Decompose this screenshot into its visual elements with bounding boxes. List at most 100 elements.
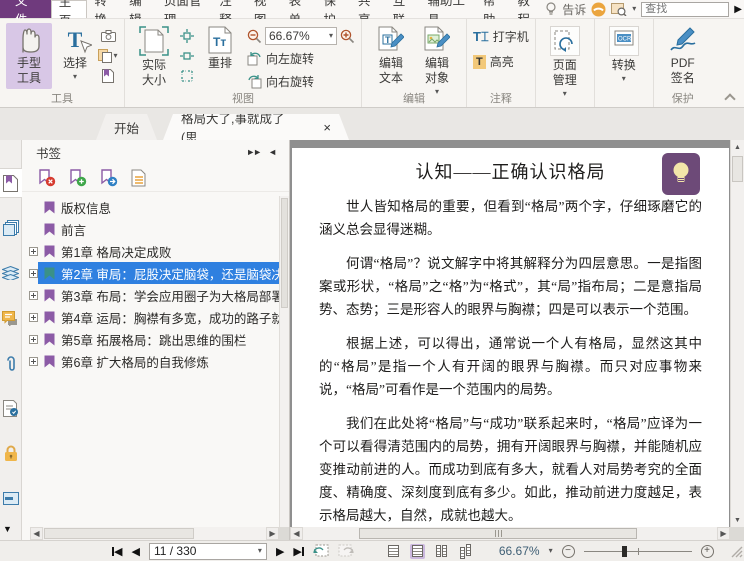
view-facing-button[interactable] bbox=[434, 544, 449, 559]
close-icon[interactable]: × bbox=[323, 120, 331, 135]
select-tool-button[interactable]: T 选择 ▾ bbox=[52, 23, 98, 84]
bookmark-item[interactable]: 第6章 扩大格局的自我修炼 bbox=[22, 350, 279, 372]
scrollbar-thumb[interactable] bbox=[44, 528, 194, 539]
view-single-page-button[interactable] bbox=[386, 544, 401, 559]
menu-tab-help[interactable]: 帮助 bbox=[476, 0, 511, 27]
snapshot-button[interactable] bbox=[98, 27, 118, 44]
menu-tab-form[interactable]: 表单 bbox=[282, 0, 317, 27]
ribbon-zoom-combobox[interactable]: 66.67% ▾ bbox=[265, 27, 337, 45]
assistant-lightbulb-button[interactable] bbox=[662, 153, 700, 195]
next-page-button[interactable]: ▶ bbox=[276, 545, 284, 558]
scroll-right-icon[interactable]: ▶ bbox=[266, 527, 279, 540]
expand-bookmarks-icon[interactable] bbox=[131, 169, 147, 187]
tell-me-label[interactable]: 告诉 bbox=[562, 1, 586, 18]
menu-tab-protect[interactable]: 保护 bbox=[316, 0, 351, 27]
bookmarks-vertical-scrollbar[interactable] bbox=[279, 196, 289, 527]
bookmark-item[interactable]: 第1章 格局决定成败 bbox=[22, 240, 279, 262]
zoom-slider-thumb[interactable] bbox=[621, 545, 627, 557]
bookmark-item[interactable]: 第5章 拓展格局：跳出思维的围栏 bbox=[22, 328, 279, 350]
digital-signatures-icon[interactable] bbox=[0, 393, 22, 423]
bookmark-item[interactable]: 前言 bbox=[22, 218, 279, 240]
pdf-page[interactable]: 认知——正确认识格局 世人皆知格局的重要，但看到“格局”两个字，仔细琢磨它的涵义… bbox=[292, 148, 729, 527]
rotate-left-button[interactable]: 向左旋转 bbox=[247, 49, 355, 68]
previous-view-button[interactable] bbox=[313, 544, 329, 558]
panel-collapse-icon[interactable]: ◄ bbox=[264, 147, 281, 157]
layers-icon[interactable] bbox=[0, 258, 22, 288]
bookmark-page-button[interactable] bbox=[98, 67, 118, 84]
scroll-left-icon[interactable]: ◀ bbox=[30, 527, 43, 540]
delete-bookmark-icon[interactable] bbox=[38, 168, 56, 187]
scroll-down-icon[interactable]: ▼ bbox=[731, 513, 744, 527]
highlight-button[interactable]: T 高亮 bbox=[473, 52, 514, 71]
bookmarks-panel-icon[interactable] bbox=[0, 168, 22, 198]
resize-grip[interactable] bbox=[729, 544, 743, 558]
expander-icon[interactable] bbox=[29, 246, 38, 256]
scrollbar-thumb[interactable] bbox=[732, 156, 743, 182]
rotate-right-button[interactable]: 向右旋转 bbox=[247, 72, 355, 91]
menu-tab-home[interactable]: 主页 bbox=[50, 0, 88, 28]
typewriter-button[interactable]: T⌶ 打字机 bbox=[473, 27, 529, 46]
search-input[interactable] bbox=[641, 1, 730, 17]
bookmarks-horizontal-scrollbar[interactable]: ◀ ▶ bbox=[30, 527, 279, 540]
add-bookmark-icon[interactable] bbox=[69, 168, 87, 187]
zoom-in-button[interactable]: + bbox=[700, 544, 714, 558]
scrollbar-thumb[interactable] bbox=[359, 528, 637, 539]
comments-panel-icon[interactable] bbox=[0, 303, 22, 333]
menu-tab-comment[interactable]: 注释 bbox=[212, 0, 247, 27]
bookmark-item[interactable]: 第3章 布局：学会应用圈子为大格局部署 bbox=[22, 284, 279, 306]
zoom-out-icon[interactable] bbox=[247, 29, 262, 44]
tab-document[interactable]: 格局大了,事就成了 (思... × bbox=[163, 114, 349, 140]
page-manage-button[interactable]: 页面管理 ▾ bbox=[542, 23, 588, 101]
visual-search-icon[interactable] bbox=[611, 2, 627, 16]
document-vertical-scrollbar[interactable]: ▲ ▼ bbox=[730, 140, 744, 527]
menu-tab-share[interactable]: 共享 bbox=[351, 0, 386, 27]
reflow-button[interactable]: Tт 重排 bbox=[197, 23, 243, 74]
menu-tab-edit[interactable]: 编辑 bbox=[122, 0, 157, 27]
zoom-level-label[interactable]: 66.67% bbox=[499, 544, 540, 558]
zoom-out-button[interactable]: − bbox=[561, 544, 575, 558]
scroll-left-icon[interactable]: ◀ bbox=[290, 527, 303, 540]
zoom-caret-icon[interactable]: ▾ bbox=[549, 547, 553, 555]
expander-icon[interactable] bbox=[29, 268, 38, 278]
panel-options-icon[interactable]: ►► bbox=[242, 147, 264, 157]
edit-object-button[interactable]: 编辑对象 ▾ bbox=[414, 23, 460, 99]
collapse-ribbon-button[interactable] bbox=[724, 93, 736, 105]
page-number-input[interactable]: 11 / 330 ▾ bbox=[148, 542, 267, 560]
file-menu-button[interactable]: 文件 bbox=[0, 0, 51, 27]
previous-page-button[interactable]: ◀ bbox=[131, 545, 139, 558]
more-panels-icon[interactable]: ▼ bbox=[3, 524, 12, 534]
security-icon[interactable] bbox=[0, 438, 22, 468]
scroll-right-icon[interactable]: ▶ bbox=[717, 527, 730, 540]
zoom-in-icon[interactable] bbox=[340, 29, 355, 44]
expander-icon[interactable] bbox=[29, 290, 38, 300]
clipboard-button[interactable]: ▾ bbox=[98, 47, 118, 64]
menu-tab-convert[interactable]: 转换 bbox=[87, 0, 122, 27]
membership-icon[interactable] bbox=[591, 2, 606, 17]
expander-icon[interactable] bbox=[29, 356, 38, 366]
fit-page-button[interactable] bbox=[177, 27, 197, 44]
view-continuous-button[interactable] bbox=[409, 543, 425, 559]
convert-button[interactable]: OCR 转换 ▾ bbox=[601, 23, 647, 86]
bookmark-item[interactable]: 版权信息 bbox=[22, 196, 279, 218]
overflow-arrow-icon[interactable]: ▶ bbox=[734, 4, 742, 15]
scrollbar-thumb[interactable] bbox=[281, 198, 288, 308]
bookmark-item-selected[interactable]: 第2章 审局：屁股决定脑袋，还是脑袋决 bbox=[22, 262, 279, 284]
bookmark-item[interactable]: 第4章 运局：胸襟有多宽，成功的路子就 bbox=[22, 306, 279, 328]
document-horizontal-scrollbar[interactable]: ◀ ▶ bbox=[290, 527, 730, 540]
tab-start[interactable]: 开始 bbox=[96, 114, 157, 140]
actual-size-button[interactable]: 实际大小 bbox=[131, 23, 177, 91]
menu-tab-tutorial[interactable]: 教程 bbox=[511, 0, 546, 27]
scroll-up-icon[interactable]: ▲ bbox=[731, 140, 744, 154]
search-caret-icon[interactable]: ▾ bbox=[632, 5, 636, 13]
fit-visible-button[interactable] bbox=[177, 67, 197, 84]
menu-tab-view[interactable]: 视图 bbox=[247, 0, 282, 27]
menu-tab-connect[interactable]: 互联 bbox=[386, 0, 421, 27]
first-page-button[interactable]: ◀ bbox=[112, 545, 122, 558]
expander-icon[interactable] bbox=[29, 334, 38, 344]
next-view-button[interactable] bbox=[338, 544, 354, 558]
pdf-sign-button[interactable]: PDF签名 bbox=[660, 23, 706, 89]
hand-tool-button[interactable]: 手型工具 bbox=[6, 23, 52, 89]
last-page-button[interactable]: ▶ bbox=[293, 545, 304, 558]
expander-icon[interactable] bbox=[29, 312, 38, 322]
zoom-slider[interactable] bbox=[583, 545, 692, 558]
